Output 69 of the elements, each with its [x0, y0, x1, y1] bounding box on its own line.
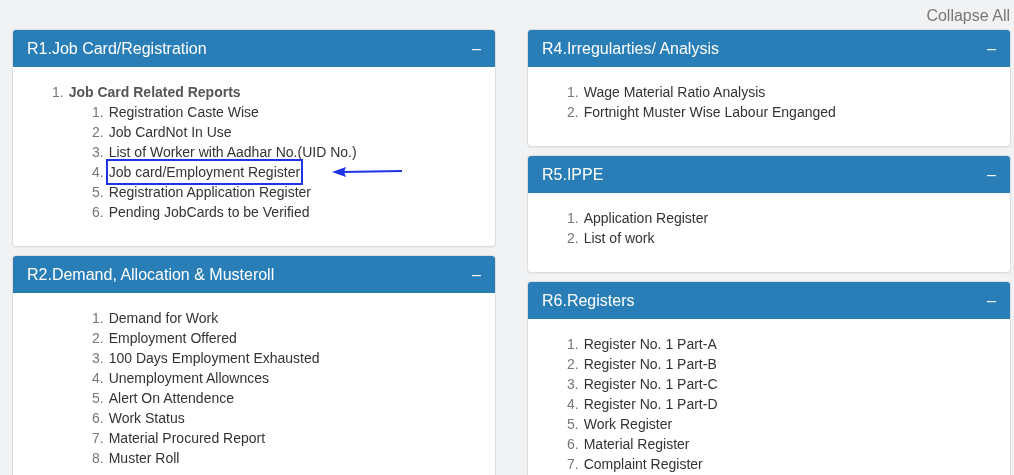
list-number: 4.	[92, 369, 104, 388]
panel-header[interactable]: R2.Demand, Allocation & Musteroll –	[13, 256, 495, 293]
list-number: 1.	[92, 103, 104, 122]
list-number: 1.	[567, 83, 579, 102]
collapse-toggle[interactable]: –	[987, 39, 996, 58]
panel-header[interactable]: R5.IPPE –	[528, 156, 1010, 193]
report-link[interactable]: Complaint Register	[583, 454, 703, 474]
report-link[interactable]: Work Register	[583, 414, 673, 434]
report-link[interactable]: List of Worker with Aadhar No.(UID No.)	[108, 142, 357, 162]
report-link[interactable]: Material Procured Report	[108, 428, 266, 448]
collapse-toggle[interactable]: –	[472, 39, 481, 58]
report-link[interactable]: 100 Days Employment Exhausted	[108, 348, 320, 368]
panel-header[interactable]: R1.Job Card/Registration –	[13, 30, 495, 67]
report-link[interactable]: Unemployment Allownces	[108, 368, 269, 388]
collapse-all-link[interactable]: Collapse All	[926, 6, 1010, 29]
list-number: 1.	[567, 335, 579, 354]
list-number: 7.	[567, 455, 579, 474]
arrow-icon	[332, 166, 403, 178]
list-number: 3.	[92, 143, 104, 162]
list-number: 1.	[52, 83, 64, 102]
list-number: 6.	[567, 435, 579, 454]
panel-header[interactable]: R4.Irregularties/ Analysis –	[528, 30, 1010, 67]
collapse-toggle[interactable]: –	[472, 265, 481, 284]
list-number: 2.	[567, 229, 579, 248]
list-number: 4.	[92, 163, 104, 182]
list-number: 4.	[567, 395, 579, 414]
list-number: 8.	[92, 449, 104, 468]
panel-title: R6.Registers	[542, 291, 635, 310]
report-link[interactable]: Application Register	[583, 208, 709, 228]
collapse-toggle[interactable]: –	[987, 165, 996, 184]
panel-title: R5.IPPE	[542, 165, 604, 184]
panel-title: R1.Job Card/Registration	[27, 39, 207, 58]
report-link[interactable]: Alert On Attendence	[108, 388, 234, 408]
list-number: 3.	[92, 349, 104, 368]
report-link[interactable]: Job CardNot In Use	[108, 122, 232, 142]
report-link[interactable]: Registration Application Register	[108, 182, 312, 202]
list-number: 1.	[92, 309, 104, 328]
report-link[interactable]: Register No. 1 Part-A	[583, 334, 717, 354]
report-link[interactable]: Register No. 1 Part-B	[583, 354, 717, 374]
list-number: 5.	[567, 415, 579, 434]
list-number: 3.	[567, 375, 579, 394]
list-number: 2.	[567, 355, 579, 374]
report-link[interactable]: Register No. 1 Part-C	[583, 374, 718, 394]
collapse-toggle[interactable]: –	[987, 291, 996, 310]
list-number: 2.	[92, 123, 104, 142]
report-link[interactable]: Register No. 1 Part-D	[583, 394, 718, 414]
panel-header[interactable]: R6.Registers –	[528, 282, 1010, 319]
list-number: 6.	[92, 203, 104, 222]
report-link[interactable]: List of work	[583, 228, 655, 248]
report-link[interactable]: Registration Caste Wise	[108, 102, 259, 122]
report-link[interactable]: Muster Roll	[108, 448, 180, 468]
report-link[interactable]: Material Register	[583, 434, 690, 454]
report-link[interactable]: Fortnight Muster Wise Labour Enganged	[583, 102, 836, 122]
report-link[interactable]: Demand for Work	[108, 308, 219, 328]
list-number: 2.	[92, 329, 104, 348]
report-link[interactable]: Work Status	[108, 408, 185, 428]
panel-title: R4.Irregularties/ Analysis	[542, 39, 719, 58]
report-link[interactable]: Employment Offered	[108, 328, 237, 348]
list-number: 6.	[92, 409, 104, 428]
list-number: 2.	[567, 103, 579, 122]
panel-title: R2.Demand, Allocation & Musteroll	[27, 265, 275, 284]
list-number: 5.	[92, 389, 104, 408]
report-link[interactable]: Job card/Employment Register	[108, 162, 301, 182]
list-number: 5.	[92, 183, 104, 202]
list-number: 7.	[92, 429, 104, 448]
report-link[interactable]: Wage Material Ratio Analysis	[583, 82, 766, 102]
list-number: 1.	[567, 209, 579, 228]
group-heading: Job Card Related Reports	[68, 83, 241, 102]
report-link[interactable]: Pending JobCards to be Verified	[108, 202, 310, 222]
